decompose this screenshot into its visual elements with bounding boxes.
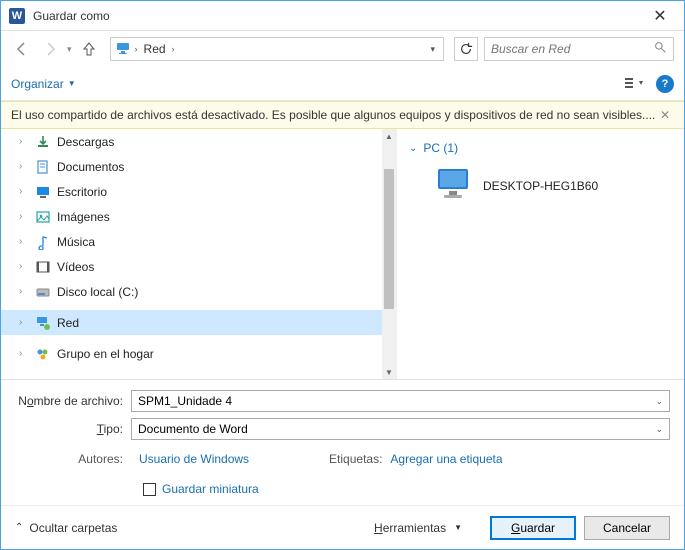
organize-menu[interactable]: Organizar ▼ <box>11 77 76 91</box>
expander-icon[interactable]: › <box>19 236 29 247</box>
title-bar: W Guardar como ✕ <box>1 1 684 31</box>
tree-item-imagenes[interactable]: › Imágenes <box>1 204 396 229</box>
thumbnail-label[interactable]: Guardar miniatura <box>162 482 259 496</box>
organize-label: Organizar <box>11 77 64 91</box>
main-area: › Descargas › Documentos › Escritorio › … <box>1 129 684 379</box>
tree-item-red[interactable]: › Red <box>1 310 396 335</box>
computer-icon <box>435 167 473 204</box>
save-button[interactable]: Guardar <box>490 516 576 540</box>
chevron-down-icon: ⌄ <box>409 143 417 154</box>
form-area: Nombre de archivo: ⌄ Tipo: ⌄ Autores: Us… <box>1 379 684 504</box>
address-bar[interactable]: › Red › ▾ <box>110 37 444 61</box>
authors-value[interactable]: Usuario de Windows <box>139 452 249 466</box>
thumbnail-row: Guardar miniatura <box>15 466 670 504</box>
word-app-icon: W <box>9 8 25 24</box>
group-label: PC (1) <box>423 141 458 155</box>
content-pane: ⌄ PC (1) DESKTOP-HEG1B60 <box>396 129 684 379</box>
disk-icon <box>35 284 51 300</box>
download-icon <box>35 134 51 150</box>
tree-scrollbar[interactable]: ▲ ▼ <box>382 129 396 379</box>
cancel-button[interactable]: Cancelar <box>584 516 670 540</box>
forward-button[interactable] <box>39 38 61 60</box>
search-icon <box>654 41 667 57</box>
address-dropdown[interactable]: ▾ <box>426 44 439 55</box>
search-box[interactable] <box>484 37 674 61</box>
up-button[interactable] <box>78 38 100 60</box>
expander-icon[interactable]: › <box>19 136 29 147</box>
back-button[interactable] <box>11 38 33 60</box>
chevron-up-icon: ⌃ <box>15 522 23 533</box>
type-label: Tipo: <box>15 422 131 436</box>
help-button[interactable]: ? <box>656 75 674 93</box>
search-input[interactable] <box>491 42 654 56</box>
thumbnail-checkbox[interactable] <box>143 483 156 496</box>
chevron-down-icon: ▼ <box>68 79 76 88</box>
breadcrumb-root[interactable]: Red <box>142 42 168 56</box>
refresh-button[interactable] <box>454 37 478 61</box>
tree-item-videos[interactable]: › Vídeos <box>1 254 396 279</box>
expander-icon[interactable]: › <box>19 186 29 197</box>
group-header-pc[interactable]: ⌄ PC (1) <box>409 141 672 155</box>
footer: ⌃ Ocultar carpetas Herramientas ▼ Guarda… <box>1 505 684 549</box>
breadcrumb-sep: › <box>172 44 175 54</box>
toolbar: Organizar ▼ ? <box>1 67 684 101</box>
warning-bar: El uso compartido de archivos está desac… <box>1 101 684 129</box>
expander-icon[interactable]: › <box>19 286 29 297</box>
type-input[interactable] <box>138 422 651 436</box>
nav-bar: ▾ › Red › ▾ <box>1 31 684 67</box>
expander-icon[interactable]: › <box>19 348 29 359</box>
video-icon <box>35 259 51 275</box>
tags-label: Etiquetas: <box>329 452 382 466</box>
network-icon <box>35 315 51 331</box>
meta-row: Autores: Usuario de Windows Etiquetas: A… <box>15 446 670 466</box>
tree-item-disco-c[interactable]: › Disco local (C:) <box>1 279 396 304</box>
scroll-down-icon[interactable]: ▼ <box>382 365 396 379</box>
view-options-button[interactable] <box>620 73 650 95</box>
images-icon <box>35 209 51 225</box>
warning-text: El uso compartido de archivos está desac… <box>11 108 656 122</box>
folder-tree: › Descargas › Documentos › Escritorio › … <box>1 129 396 379</box>
tools-menu[interactable]: Herramientas ▼ <box>374 521 462 535</box>
close-button[interactable]: ✕ <box>644 6 676 26</box>
filename-input[interactable] <box>138 394 651 408</box>
tags-value[interactable]: Agregar una etiqueta <box>390 452 502 466</box>
desktop-icon <box>35 184 51 200</box>
window-title: Guardar como <box>33 9 644 23</box>
authors-label: Autores: <box>15 452 131 466</box>
expander-icon[interactable]: › <box>19 161 29 172</box>
tree-item-documentos[interactable]: › Documentos <box>1 154 396 179</box>
pc-name: DESKTOP-HEG1B60 <box>483 179 598 193</box>
chevron-down-icon: ▼ <box>454 523 462 532</box>
expander-icon[interactable]: › <box>19 317 29 328</box>
scroll-thumb[interactable] <box>384 169 394 309</box>
music-icon <box>35 234 51 250</box>
expander-icon[interactable]: › <box>19 211 29 222</box>
document-icon <box>35 159 51 175</box>
breadcrumb-sep: › <box>135 44 138 54</box>
tree-item-descargas[interactable]: › Descargas <box>1 129 396 154</box>
type-row: Tipo: ⌄ <box>15 418 670 440</box>
homegroup-icon <box>35 346 51 362</box>
tree-item-grupo-hogar[interactable]: › Grupo en el hogar <box>1 341 396 366</box>
chevron-down-icon[interactable]: ⌄ <box>651 424 663 435</box>
recent-dropdown[interactable]: ▾ <box>67 44 72 55</box>
expander-icon[interactable]: › <box>19 261 29 272</box>
filename-field[interactable]: ⌄ <box>131 390 670 412</box>
chevron-down-icon[interactable]: ⌄ <box>651 396 663 407</box>
tree-item-escritorio[interactable]: › Escritorio <box>1 179 396 204</box>
tree-item-musica[interactable]: › Música <box>1 229 396 254</box>
hide-folders-button[interactable]: ⌃ Ocultar carpetas <box>15 521 117 535</box>
filename-row: Nombre de archivo: ⌄ <box>15 390 670 412</box>
pc-item[interactable]: DESKTOP-HEG1B60 <box>409 167 672 204</box>
filename-label: Nombre de archivo: <box>15 394 131 408</box>
warning-close-button[interactable]: ✕ <box>656 108 674 122</box>
type-field[interactable]: ⌄ <box>131 418 670 440</box>
network-icon <box>115 40 131 59</box>
scroll-up-icon[interactable]: ▲ <box>382 129 396 143</box>
